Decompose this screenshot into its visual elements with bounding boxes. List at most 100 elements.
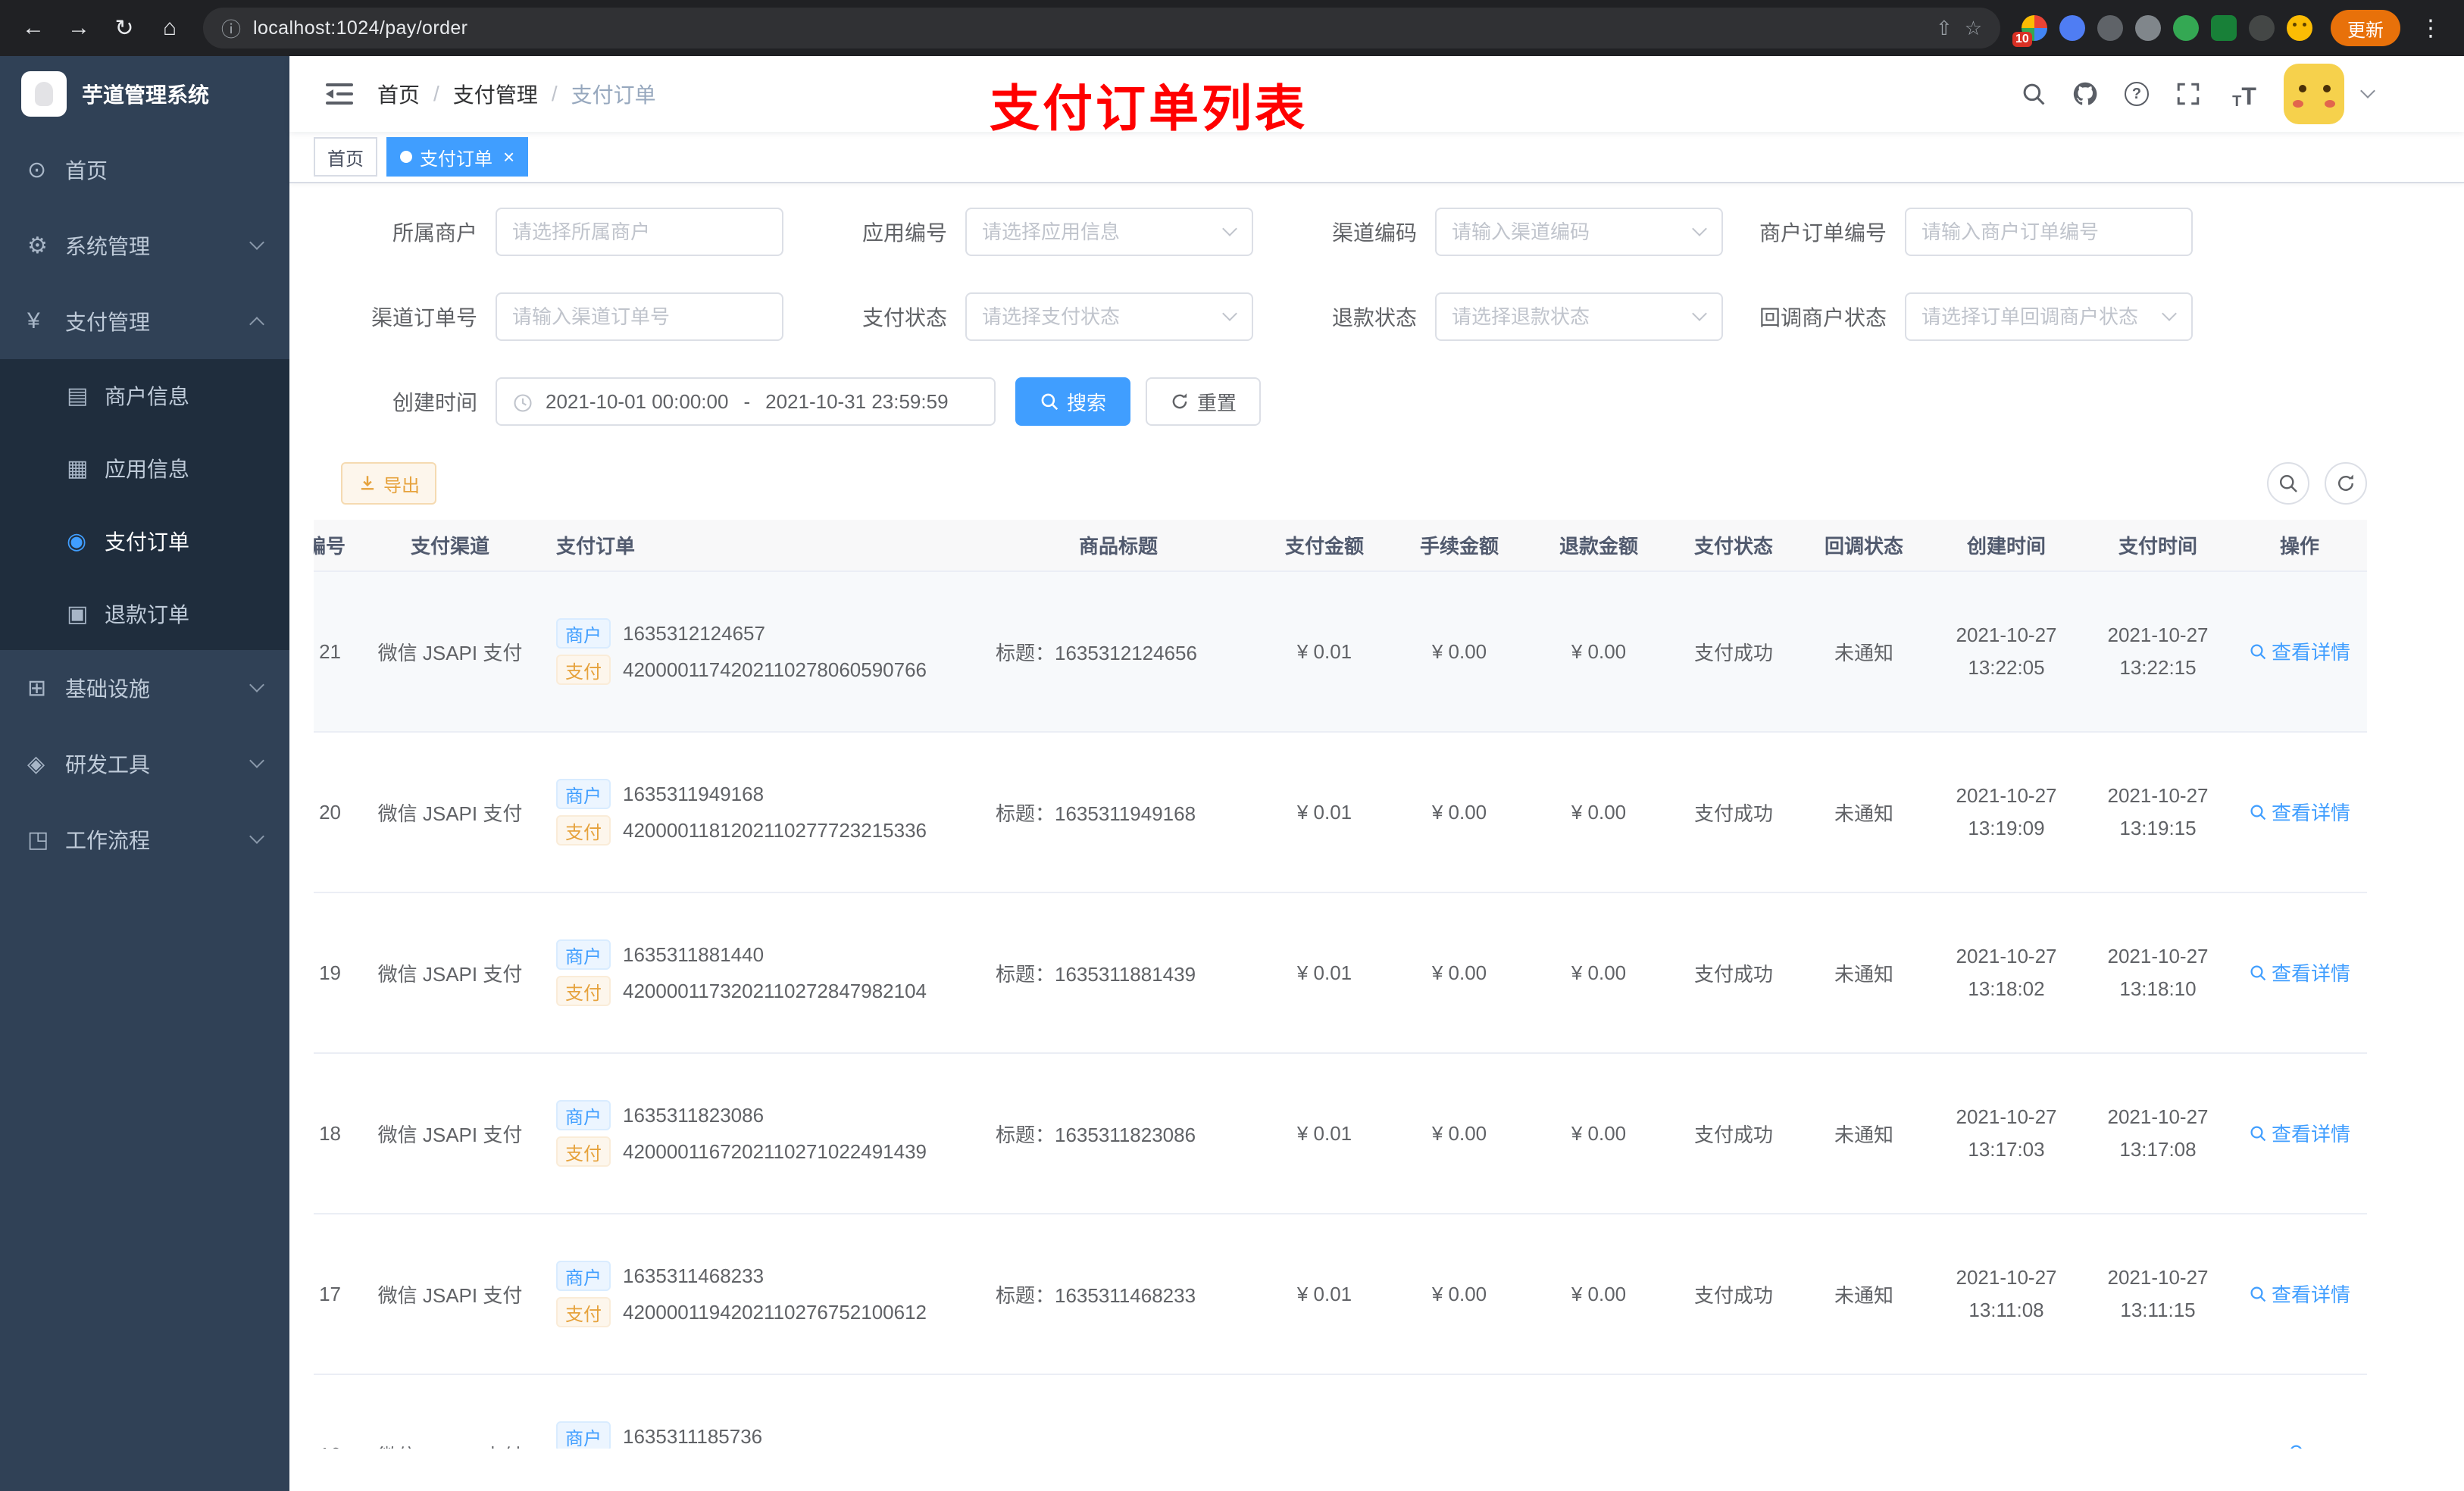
- sidebar-item-dev-tools[interactable]: ◈ 研发工具: [0, 726, 289, 802]
- yen-icon: ¥: [27, 308, 40, 333]
- extension-icon[interactable]: [2211, 15, 2237, 41]
- view-detail-link[interactable]: [2288, 1443, 2311, 1449]
- breadcrumb-home[interactable]: 首页: [377, 79, 420, 109]
- sidebar-item-system[interactable]: ⚙ 系统管理: [0, 208, 289, 283]
- close-icon[interactable]: ×: [500, 147, 514, 167]
- extension-badge: 10: [2012, 32, 2032, 47]
- merchant-order-no-field[interactable]: [1905, 208, 2193, 256]
- avatar-dropdown-icon[interactable]: [2360, 83, 2375, 98]
- table-row: 21 微信 JSAPI 支付 商户 1635312124657 支付 42000…: [314, 571, 2367, 733]
- sidebar-item-pay-order[interactable]: ◉ 支付订单: [0, 505, 289, 577]
- callback-status-select[interactable]: [1905, 292, 2193, 341]
- sidebar-item-merchant-info[interactable]: ▤ 商户信息: [0, 359, 289, 432]
- pay-status-select[interactable]: [965, 292, 1253, 341]
- channel-code-select[interactable]: [1435, 208, 1723, 256]
- cell-action: 查看详情: [2232, 1053, 2367, 1214]
- tab-pay-order[interactable]: 支付订单 ×: [386, 137, 529, 177]
- font-size-icon[interactable]: TT: [2223, 77, 2265, 111]
- filter-label-merchant: 所属商户: [392, 221, 477, 245]
- cell-fee: ¥ 0.00: [1390, 1214, 1529, 1375]
- app-logo[interactable]: 芋道管理系统: [0, 56, 289, 132]
- breadcrumb-separator: /: [551, 82, 558, 105]
- sidebar-item-payment[interactable]: ¥ 支付管理: [0, 283, 289, 359]
- pay-status-input[interactable]: [982, 305, 1237, 329]
- search-icon[interactable]: [2017, 77, 2050, 111]
- extension-icon[interactable]: [2059, 15, 2085, 41]
- sidebar-item-refund-order[interactable]: ▣ 退款订单: [0, 577, 289, 650]
- tab-home[interactable]: 首页: [314, 137, 377, 177]
- refund-status-input[interactable]: [1452, 305, 1706, 329]
- sidebar: 芋道管理系统 ⊙ 首页 ⚙ 系统管理 ¥ 支付管理 ▤ 商户信息 ▦ 应用信息 …: [0, 56, 289, 1491]
- view-detail-link[interactable]: 查看详情: [2249, 637, 2350, 665]
- filter-label-channel-order-no: 渠道订单号: [371, 306, 477, 330]
- reload-button[interactable]: ↻: [103, 7, 145, 49]
- channel-order-no-field[interactable]: [496, 292, 783, 341]
- app-no-input[interactable]: [982, 220, 1237, 244]
- share-icon[interactable]: ⇧: [1936, 17, 1953, 40]
- sidebar-item-home[interactable]: ⊙ 首页: [0, 132, 289, 208]
- toggle-search-button[interactable]: [2267, 462, 2309, 505]
- extension-pin-icon[interactable]: [2249, 15, 2275, 41]
- browser-menu-icon[interactable]: ⋮: [2409, 7, 2452, 49]
- merchant-order-no: 1635311949168: [623, 782, 765, 805]
- merchant-select[interactable]: [496, 208, 783, 256]
- view-detail-link[interactable]: 查看详情: [2249, 798, 2350, 826]
- extension-icon[interactable]: [2173, 15, 2199, 41]
- cell-pay-time: 2021-10-27 13:22:15: [2084, 571, 2232, 733]
- site-info-icon[interactable]: ⓘ: [221, 14, 241, 42]
- col-order: 支付订单: [541, 520, 977, 572]
- help-icon[interactable]: ?: [2120, 77, 2153, 111]
- create-time-range-picker[interactable]: 2021-10-01 00:00:00 - 2021-10-31 23:59:5…: [496, 377, 996, 426]
- app-no-select[interactable]: [965, 208, 1253, 256]
- back-button[interactable]: ←: [12, 7, 55, 49]
- sidebar-item-workflow[interactable]: ◳ 工作流程: [0, 802, 289, 877]
- date-end-value: 2021-10-31 23:59:59: [765, 389, 949, 413]
- search-button[interactable]: 搜索: [1015, 377, 1131, 426]
- refresh-table-button[interactable]: [2325, 462, 2367, 505]
- extension-icon[interactable]: 10: [2012, 15, 2047, 47]
- profile-emoji-icon[interactable]: [2287, 15, 2312, 41]
- sidebar-item-label: 支付订单: [105, 530, 190, 554]
- col-pay-time: 支付时间: [2084, 520, 2232, 572]
- fullscreen-icon[interactable]: [2172, 77, 2205, 111]
- breadcrumb-current: 支付订单: [571, 83, 656, 107]
- magnifier-icon: [2250, 644, 2266, 659]
- table-body: 21 微信 JSAPI 支付 商户 1635312124657 支付 42000…: [314, 571, 2367, 1449]
- breadcrumb-pay-manage[interactable]: 支付管理: [453, 79, 538, 109]
- sidebar-item-app-info[interactable]: ▦ 应用信息: [0, 432, 289, 505]
- merchant-order-no-input[interactable]: [1921, 220, 2176, 244]
- merchant-input[interactable]: [512, 220, 767, 244]
- magnifier-icon: [2250, 965, 2266, 980]
- extension-icon[interactable]: [2135, 15, 2161, 41]
- cell-refund: ¥ 0.00: [1529, 1214, 1668, 1375]
- forward-button[interactable]: →: [58, 7, 100, 49]
- user-avatar[interactable]: [2284, 64, 2344, 124]
- refund-status-select[interactable]: [1435, 292, 1723, 341]
- cell-order: 商户 1635311881440 支付 42000011732021102728…: [541, 892, 977, 1054]
- view-detail-link[interactable]: 查看详情: [2249, 958, 2350, 986]
- cell-title: 标题：1635311823086: [977, 1053, 1259, 1214]
- chevron-down-icon: [249, 235, 264, 250]
- home-button[interactable]: ⌂: [149, 7, 191, 49]
- sidebar-item-label: 首页: [65, 159, 108, 183]
- github-icon[interactable]: [2068, 77, 2102, 111]
- logo-title: 芋道管理系统: [82, 83, 210, 107]
- cell-create-time: 2021-10-27 13:11:08: [1929, 1214, 2084, 1375]
- address-bar[interactable]: ⓘ localhost:1024/pay/order ⇧ ☆: [203, 8, 2000, 48]
- filter-label-refund-status: 退款状态: [1331, 306, 1417, 330]
- chrome-update-button[interactable]: 更新: [2331, 10, 2400, 46]
- extension-icon[interactable]: [2097, 15, 2123, 41]
- export-button[interactable]: 导出: [341, 462, 436, 505]
- filter-label-merchant-order-no: 商户订单编号: [1759, 221, 1887, 245]
- channel-code-input[interactable]: [1452, 220, 1706, 244]
- bookmark-star-icon[interactable]: ☆: [1965, 17, 1982, 40]
- sidebar-item-infrastructure[interactable]: ⊞ 基础设施: [0, 650, 289, 726]
- view-detail-link[interactable]: 查看详情: [2249, 1119, 2350, 1147]
- reset-button[interactable]: 重置: [1146, 377, 1262, 426]
- merchant-order-no: 1635311881440: [623, 942, 765, 966]
- channel-order-no-input[interactable]: [512, 305, 767, 329]
- fold-menu-button[interactable]: [314, 56, 365, 132]
- magnifier-icon: [2250, 1126, 2266, 1141]
- callback-status-input[interactable]: [1921, 305, 2176, 329]
- view-detail-link[interactable]: 查看详情: [2249, 1280, 2350, 1308]
